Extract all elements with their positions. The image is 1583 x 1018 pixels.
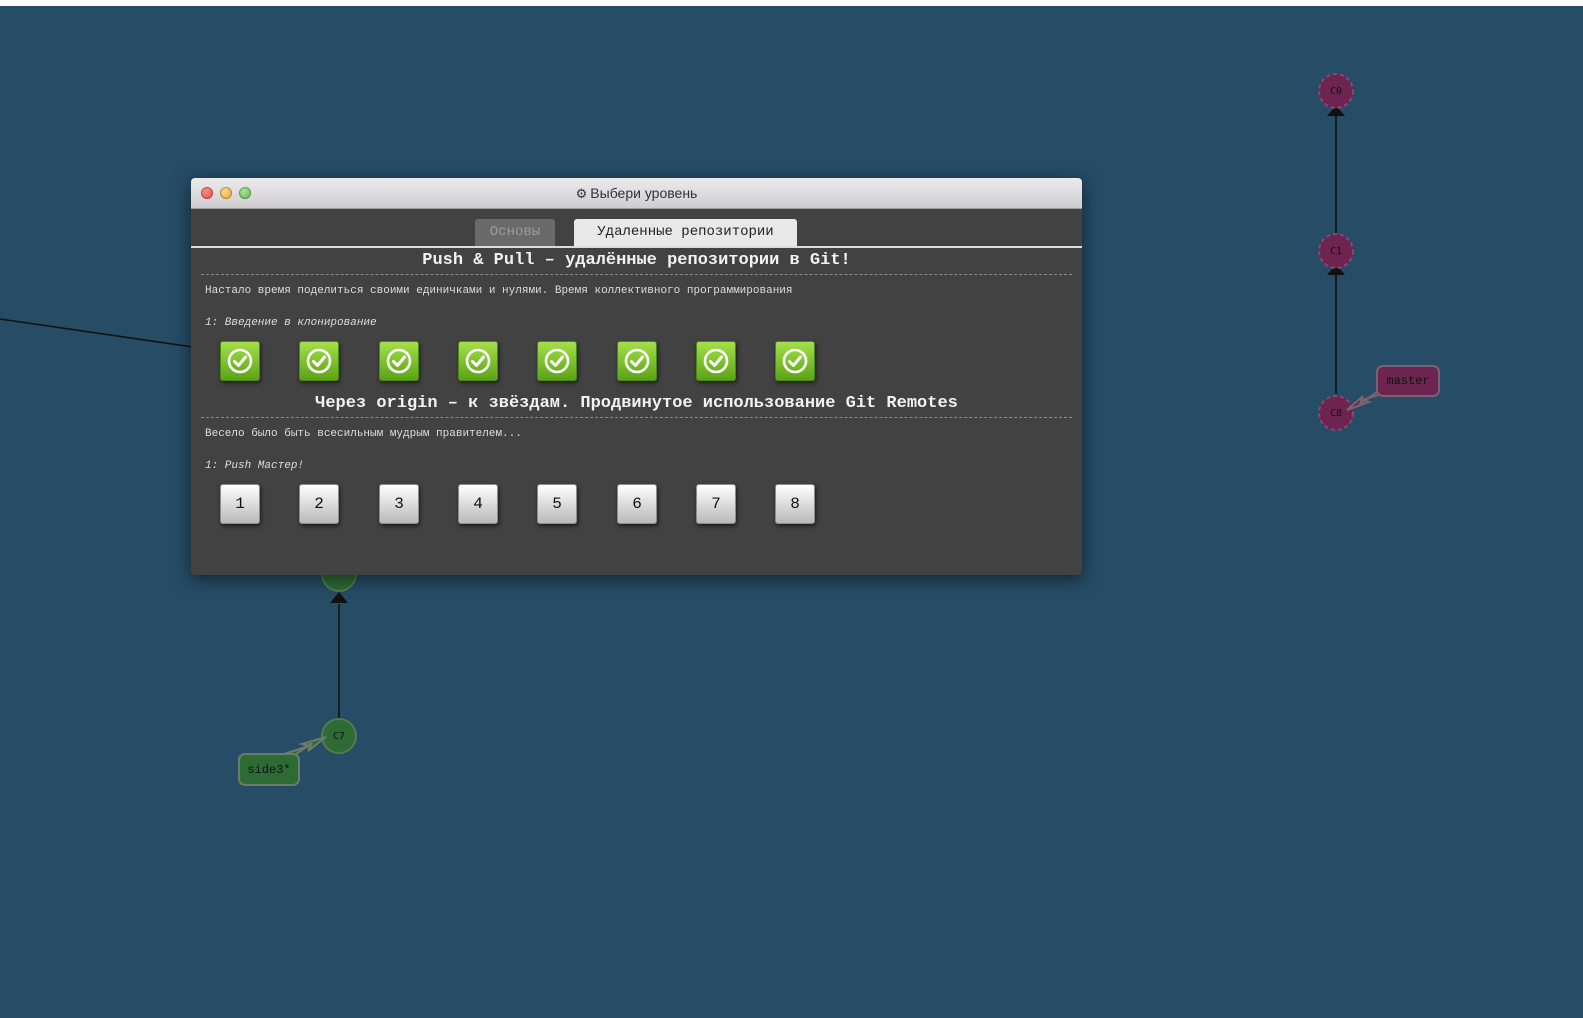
check-circle-icon xyxy=(386,348,412,374)
commit-label-c8: C8 xyxy=(1330,408,1342,419)
gear-icon: ⚙ xyxy=(575,186,588,201)
edge-arrowhead xyxy=(330,592,348,603)
modal-titlebar: ⚙ Выбери уровень xyxy=(191,178,1082,209)
commit-label-c7: C7 xyxy=(333,731,345,742)
check-circle-icon xyxy=(544,348,570,374)
level-button-7[interactable]: 7 xyxy=(696,484,736,524)
level-button-row: 12345678 xyxy=(191,474,1082,534)
level-button-8[interactable]: 8 xyxy=(775,484,815,524)
tab-bar: Основы Удаленные репозитории xyxy=(191,209,1082,248)
commit-label-c1: C1 xyxy=(1330,246,1342,257)
section-title: Push & Pull – удалённые репозитории в Gi… xyxy=(201,248,1072,275)
level-button-completed[interactable] xyxy=(775,341,815,381)
check-circle-icon xyxy=(465,348,491,374)
level-button-completed[interactable] xyxy=(617,341,657,381)
modal-title-text: Выбери уровень xyxy=(590,185,698,201)
tab-basics[interactable]: Основы xyxy=(475,219,555,246)
check-circle-icon xyxy=(227,348,253,374)
level-button-2[interactable]: 2 xyxy=(299,484,339,524)
level-button-3[interactable]: 3 xyxy=(379,484,419,524)
branch-label-master: master xyxy=(1386,374,1429,388)
commit-label-c0: C0 xyxy=(1330,86,1342,97)
section-title: Через origin – к звёздам. Продвинутое ис… xyxy=(201,391,1072,418)
level-button-completed[interactable] xyxy=(299,341,339,381)
check-circle-icon xyxy=(306,348,332,374)
check-circle-icon xyxy=(703,348,729,374)
level-button-1[interactable]: 1 xyxy=(220,484,260,524)
check-circle-icon xyxy=(782,348,808,374)
section-description: Весело было быть всесильным мудрым прави… xyxy=(205,428,522,440)
level-button-completed[interactable] xyxy=(458,341,498,381)
section-push-pull: Push & Pull – удалённые репозитории в Gi… xyxy=(191,248,1082,391)
tab-remote-repositories[interactable]: Удаленные репозитории xyxy=(574,219,797,246)
level-button-completed[interactable] xyxy=(379,341,419,381)
section-origin: Через origin – к звёздам. Продвинутое ис… xyxy=(191,391,1082,534)
section-description: Настало время поделиться своими единичка… xyxy=(205,285,793,297)
branch-label-side3: side3* xyxy=(247,763,290,777)
level-button-row xyxy=(191,331,1082,391)
section-subtitle: 1: Push Мастер! xyxy=(205,460,305,472)
modal-title: ⚙ Выбери уровень xyxy=(191,178,1082,208)
level-button-completed[interactable] xyxy=(537,341,577,381)
level-button-completed[interactable] xyxy=(696,341,736,381)
level-button-5[interactable]: 5 xyxy=(537,484,577,524)
level-button-completed[interactable] xyxy=(220,341,260,381)
check-circle-icon xyxy=(624,348,650,374)
level-button-4[interactable]: 4 xyxy=(458,484,498,524)
level-select-modal: ⚙ Выбери уровень Основы Удаленные репозит… xyxy=(191,178,1082,575)
commit-edge xyxy=(0,318,194,348)
section-subtitle: 1: Введение в клонирование xyxy=(205,317,377,329)
level-button-6[interactable]: 6 xyxy=(617,484,657,524)
